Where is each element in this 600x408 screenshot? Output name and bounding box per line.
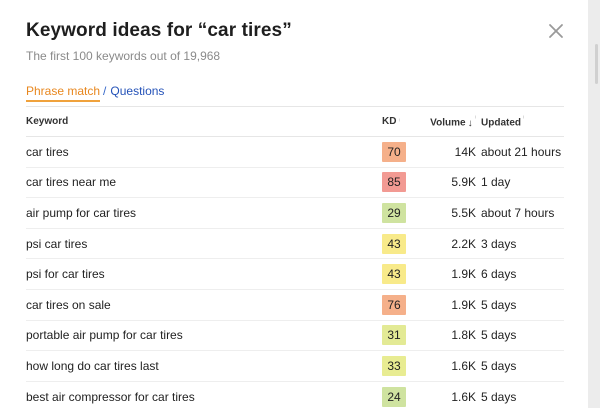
column-header-updated-label: Updated [481,117,521,129]
kd-badge: 70 [382,141,406,162]
table-row: best air compressor for car tires 24 1.6K 5… [26,382,564,408]
keyword-link[interactable]: portable air pump for car tires [26,328,378,342]
keywords-table: Keyword KD ⁱ Volume ↓ ⁱ Updated ⁱ car tires 7… [26,106,564,408]
column-header-volume-label: Volume [430,117,466,129]
table-header: Keyword KD ⁱ Volume ↓ ⁱ Updated ⁱ [26,106,564,137]
volume-cell: 1.9K [451,267,476,282]
tab-questions[interactable]: Questions [110,84,164,98]
match-type-tabs: Phrase match / Questions [26,84,164,102]
table-body: car tires 70 14K about 21 hours car tires ne… [26,137,564,408]
keyword-link[interactable]: air pump for car tires [26,206,378,220]
volume-cell: 1.6K [451,389,476,404]
modal-subtitle: The first 100 keywords out of 19,968 [26,49,221,63]
kd-cell: 85 [378,172,426,193]
volume-cell: 2.2K [451,236,476,251]
sort-down-icon[interactable]: ↓ [468,118,473,129]
info-icon[interactable]: ⁱ [398,117,399,126]
keyword-link[interactable]: psi car tires [26,237,378,251]
kd-cell: 33 [378,355,426,376]
table-row: psi for car tires 43 1.9K 6 days [26,259,564,290]
column-header-keyword[interactable]: Keyword [26,116,378,127]
scrollbar-thumb[interactable] [595,44,598,84]
keyword-link[interactable]: car tires [26,145,378,159]
volume-cell: 5.9K [451,175,476,190]
kd-badge: 33 [382,355,406,376]
keyword-link[interactable]: psi for car tires [26,267,378,281]
kd-cell: 24 [378,386,426,407]
updated-cell: 5 days [481,297,517,312]
modal-title: Keyword ideas for “car tires” [26,20,292,41]
updated-cell: 3 days [481,236,517,251]
table-row: psi car tires 43 2.2K 3 days [26,229,564,260]
kd-cell: 29 [378,202,426,223]
table-row: portable air pump for car tires 31 1.8K 5 d… [26,321,564,352]
updated-cell: about 21 hours [481,144,562,159]
volume-cell: 1.8K [451,328,476,343]
updated-cell: 6 days [481,267,517,282]
table-row: car tires near me 85 5.9K 1 day [26,168,564,199]
updated-cell: about 7 hours [481,205,555,220]
info-icon[interactable]: ⁱ [523,114,524,123]
tab-phrase-match[interactable]: Phrase match [26,84,101,102]
updated-cell: 1 day [481,175,511,190]
column-header-updated[interactable]: Updated ⁱ [476,114,564,128]
column-header-kd[interactable]: KD ⁱ [378,116,426,127]
kd-cell: 43 [378,264,426,285]
kd-badge: 43 [382,264,406,285]
column-header-volume[interactable]: Volume ↓ ⁱ [426,114,476,128]
table-row: car tires 70 14K about 21 hours [26,137,564,168]
kd-badge: 29 [382,202,406,223]
kd-badge: 24 [382,386,406,407]
kd-badge: 76 [382,294,406,315]
tab-separator: / [103,84,107,98]
table-row: air pump for car tires 29 5.5K about 7 hour… [26,198,564,229]
kd-cell: 76 [378,294,426,315]
keyword-link[interactable]: best air compressor for car tires [26,390,378,404]
keyword-link[interactable]: how long do car tires last [26,359,378,373]
column-header-kd-label: KD [382,116,397,127]
volume-cell: 5.5K [451,205,476,220]
updated-cell: 5 days [481,358,517,373]
kd-badge: 85 [382,172,406,193]
keyword-link[interactable]: car tires near me [26,175,378,189]
kd-cell: 43 [378,233,426,254]
volume-cell: 1.6K [451,358,476,373]
keyword-link[interactable]: car tires on sale [26,298,378,312]
table-row: car tires on sale 76 1.9K 5 days [26,290,564,321]
updated-cell: 5 days [481,389,517,404]
column-header-keyword-label: Keyword [26,116,69,127]
kd-cell: 31 [378,325,426,346]
table-row: how long do car tires last 33 1.6K 5 days [26,351,564,382]
close-icon[interactable] [547,22,565,40]
updated-cell: 5 days [481,328,517,343]
volume-cell: 1.9K [451,297,476,312]
volume-cell: 14K [454,144,476,159]
keyword-ideas-modal: Keyword ideas for “car tires” The first … [0,0,588,408]
kd-badge: 43 [382,233,406,254]
kd-cell: 70 [378,141,426,162]
kd-badge: 31 [382,325,406,346]
